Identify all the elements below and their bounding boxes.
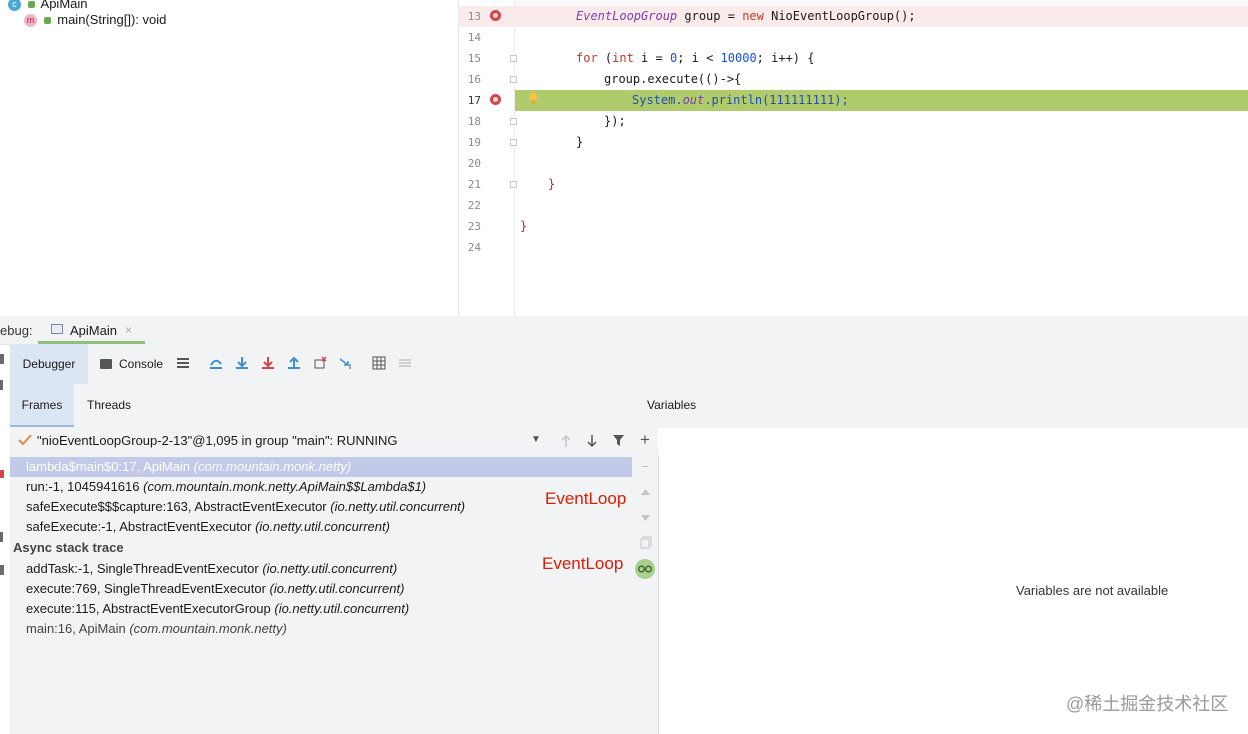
frame-row[interactable]: safeExecute:-1, AbstractEventExecutor (i… (10, 517, 632, 537)
line-number: 14 (467, 31, 481, 44)
line-number: 19 (467, 136, 481, 149)
project-tree-panel: c ApiMain m main(String[]): void (0, 0, 458, 316)
fold-marker[interactable] (510, 76, 517, 83)
debug-session-tab-label: ApiMain (70, 323, 117, 338)
frame-row[interactable]: execute:115, AbstractEventExecutorGroup … (10, 599, 632, 619)
move-up-icon (641, 489, 650, 495)
side-strip-icon[interactable] (0, 532, 3, 542)
line-number: 17 (467, 94, 481, 107)
line-number: 16 (467, 73, 481, 86)
method-icon: m (24, 14, 37, 28)
step-into-icon[interactable] (235, 356, 249, 370)
tab-frames[interactable]: Frames (10, 384, 74, 427)
drop-frame-icon[interactable] (313, 356, 327, 370)
frames-list: lambda$main$0:17, ApiMain (com.mountain.… (10, 455, 632, 734)
move-down-icon (641, 515, 650, 521)
variables-empty-message: Variables are not available (1016, 583, 1169, 598)
line-number: 13 (467, 10, 481, 23)
debugger-subtabs: Frames Threads Variables (10, 384, 1248, 428)
arrow-up-icon (561, 434, 571, 447)
run-config-icon (51, 324, 63, 334)
line-number: 15 (467, 52, 481, 65)
code-line-19: } (576, 135, 584, 149)
trace-disabled-icon (398, 356, 412, 370)
side-strip-icon[interactable] (0, 470, 4, 478)
side-strip-icon[interactable] (0, 565, 4, 575)
tree-item-method-label: main(String[]): void (57, 12, 167, 27)
annotation-eventloop: EventLoop (542, 554, 624, 573)
previous-line-fragment (515, 0, 1248, 5)
code-line-21: } (548, 177, 556, 191)
code-line-13: EventLoopGroup group = new NioEventLoopG… (515, 6, 1248, 27)
thread-selector[interactable]: "nioEventLoopGroup-2-13"@1,095 in group … (37, 433, 397, 448)
code-line-18: }); (604, 114, 626, 128)
line-number: 18 (467, 115, 481, 128)
frame-row[interactable]: main:16, ApiMain (com.mountain.monk.nett… (10, 619, 632, 639)
side-strip-icon[interactable] (0, 380, 3, 390)
code-line-15: for (int i = 0; i < 10000; i++) { (576, 51, 815, 65)
fold-marker[interactable] (510, 181, 517, 188)
fold-marker[interactable] (510, 139, 517, 146)
tab-debugger[interactable]: Debugger (10, 344, 88, 384)
tab-console-label: Console (119, 357, 164, 371)
copy-icon (640, 536, 652, 549)
frame-row-selected[interactable]: lambda$main$0:17, ApiMain (com.mountain.… (10, 457, 632, 477)
debug-tool-window-header: ebug: ApiMain × (0, 316, 1248, 345)
frame-row[interactable]: run:-1, 1045941616 (com.mountain.monk.ne… (10, 477, 632, 497)
breakpoint-icon[interactable] (490, 94, 501, 105)
frame-row[interactable]: execute:769, SingleThreadEventExecutor (… (10, 579, 632, 599)
debug-label: ebug: (0, 323, 33, 338)
access-icon (27, 1, 35, 9)
fold-marker[interactable] (510, 118, 517, 125)
lightbulb-icon[interactable] (529, 92, 538, 104)
tree-item-method[interactable]: m main(String[]): void (24, 10, 166, 30)
filter-icon[interactable] (612, 434, 625, 447)
line-number: 22 (467, 199, 481, 212)
frames-side-toolbar: − (632, 455, 659, 734)
line-number: 21 (467, 178, 481, 191)
add-icon[interactable]: + (640, 430, 650, 450)
arrow-down-icon[interactable] (586, 434, 598, 448)
line-number: 23 (467, 220, 481, 233)
tab-console[interactable]: Console (100, 344, 170, 384)
access-icon (43, 17, 51, 25)
debug-toolbar: Debugger Console (10, 344, 1248, 384)
line-number: 20 (467, 157, 481, 170)
breakpoint-icon[interactable] (490, 10, 501, 21)
annotation-eventloop: EventLoop (545, 489, 627, 508)
debug-session-tab[interactable]: ApiMain × (38, 316, 145, 344)
tab-threads[interactable]: Threads (87, 384, 131, 427)
thread-selector-row: "nioEventLoopGroup-2-13"@1,095 in group … (10, 428, 658, 455)
line-number: 24 (467, 241, 481, 254)
run-to-cursor-icon[interactable] (339, 356, 353, 370)
editor-gutter: 13 14 15 16 17 18 19 20 21 22 23 24 (458, 0, 516, 316)
class-icon: c (8, 0, 21, 12)
frame-row[interactable]: addTask:-1, SingleThreadEventExecutor (i… (10, 559, 632, 579)
step-over-icon[interactable] (209, 356, 223, 370)
variables-panel: Variables are not available @稀土掘金技术社区 (659, 428, 1248, 734)
watermark: @稀土掘金技术社区 (1066, 694, 1229, 714)
code-line-23: } (520, 219, 528, 233)
remove-icon: − (641, 458, 650, 474)
watch-glasses-icon[interactable] (635, 559, 655, 579)
side-strip-icon[interactable] (0, 354, 4, 364)
code-editor[interactable]: EventLoopGroup group = new NioEventLoopG… (510, 0, 1248, 316)
frame-row[interactable]: safeExecute$$$capture:163, AbstractEvent… (10, 497, 632, 517)
chevron-down-icon[interactable]: ▼ (531, 434, 541, 445)
evaluate-expression-icon[interactable] (372, 356, 386, 370)
code-line-16: group.execute(()->{ (604, 72, 742, 86)
force-step-into-icon[interactable] (261, 356, 275, 370)
fold-marker[interactable] (510, 55, 517, 62)
layout-menu-icon[interactable] (176, 356, 190, 370)
async-stack-header: Async stack trace (13, 540, 124, 555)
step-out-icon[interactable] (287, 356, 301, 370)
console-icon (100, 359, 112, 369)
code-line-17-current: System.out.println(111111111); (515, 90, 1248, 111)
close-icon[interactable]: × (125, 323, 132, 337)
variables-panel-title: Variables (647, 398, 697, 412)
checkmark-icon (18, 434, 32, 446)
